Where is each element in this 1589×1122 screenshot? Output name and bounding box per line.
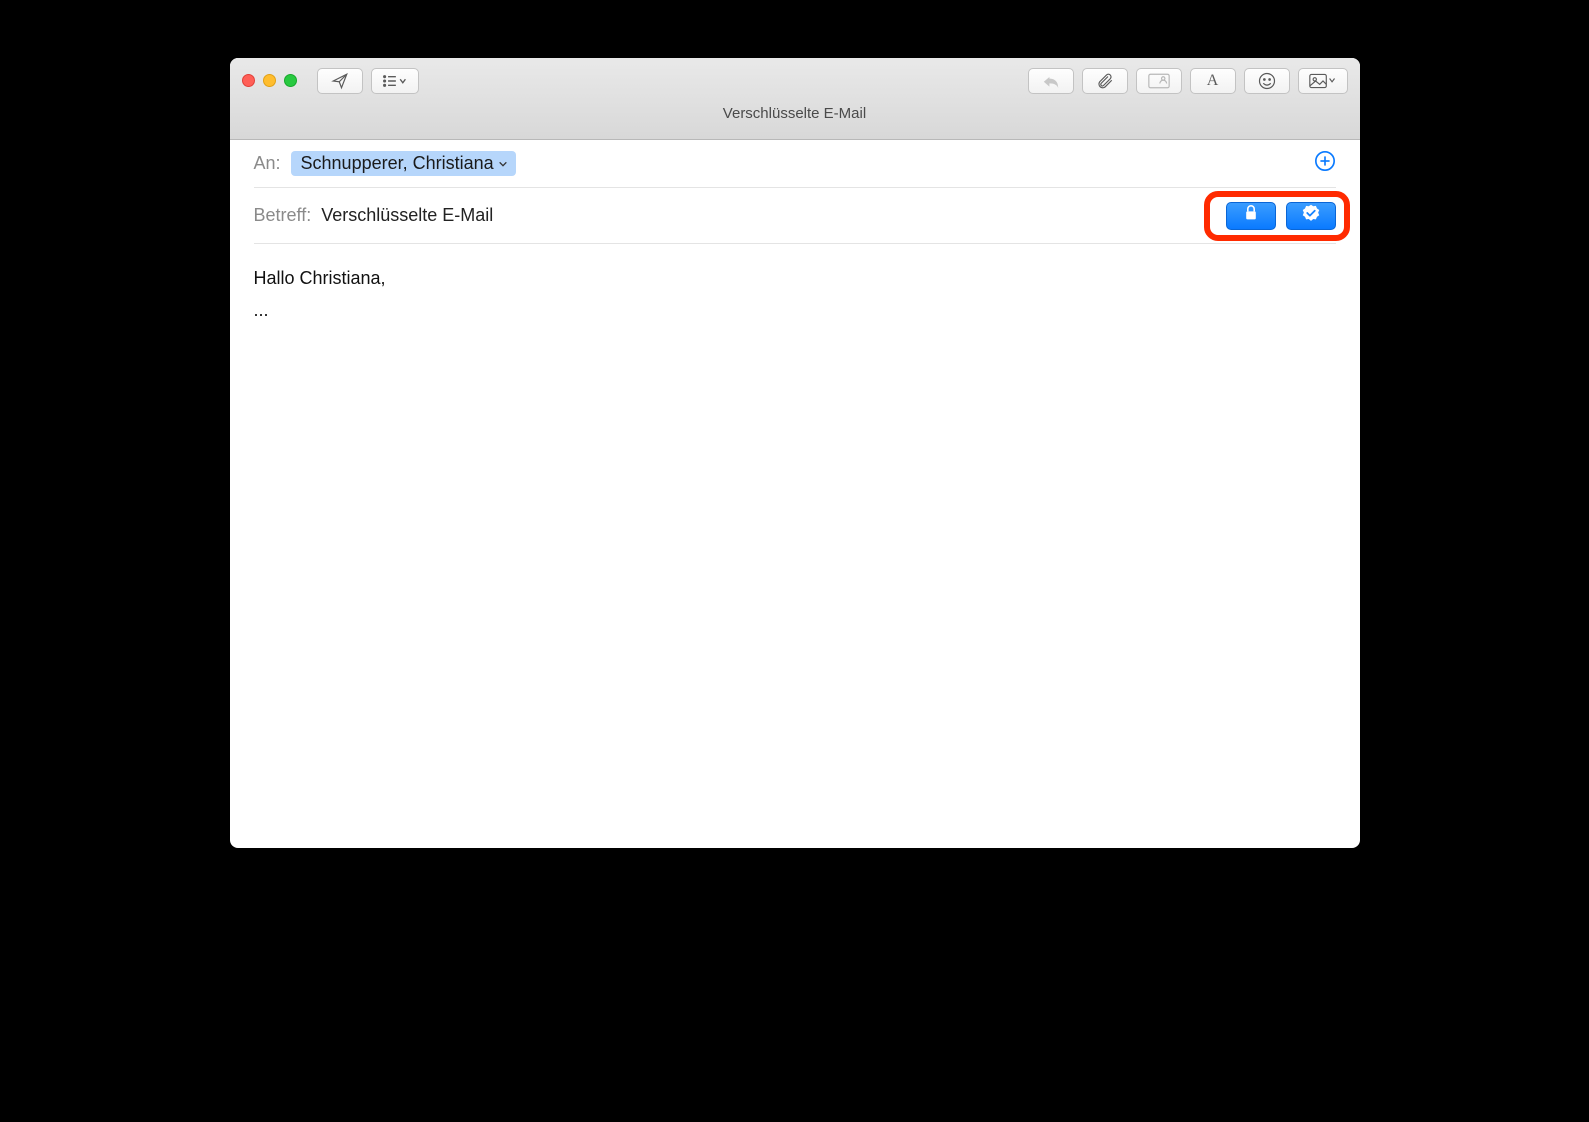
markup-attachment-icon xyxy=(1148,73,1170,89)
list-chevron-icon xyxy=(382,73,408,89)
window-title: Verschlüsselte E-Mail xyxy=(230,103,1360,139)
plus-circle-icon xyxy=(1314,150,1336,177)
message-body[interactable]: Hallo Christiana, ... xyxy=(230,244,1360,848)
encrypt-toggle-button[interactable] xyxy=(1226,202,1276,230)
subject-field-row[interactable]: Betreff: Verschlüsselte E-Mail xyxy=(254,188,1336,244)
font-a-icon: A xyxy=(1207,72,1219,90)
photo-chevron-icon xyxy=(1309,73,1337,89)
body-line: ... xyxy=(254,294,1336,326)
photo-browser-button[interactable] xyxy=(1298,68,1348,94)
reply-icon xyxy=(1041,73,1061,89)
body-line: Hallo Christiana, xyxy=(254,262,1336,294)
toolbar: A xyxy=(230,58,1360,103)
reply-button[interactable] xyxy=(1028,68,1074,94)
seal-check-icon xyxy=(1302,204,1320,227)
header-fields-menu-button[interactable] xyxy=(371,68,419,94)
minimize-window-button[interactable] xyxy=(263,74,276,87)
security-controls xyxy=(1218,196,1344,236)
subject-value: Verschlüsselte E-Mail xyxy=(321,205,493,226)
chevron-down-icon xyxy=(498,153,508,174)
recipient-chip[interactable]: Schnupperer, Christiana xyxy=(291,151,516,176)
smiley-icon xyxy=(1258,72,1276,90)
format-button[interactable]: A xyxy=(1190,68,1236,94)
window-title-text: Verschlüsselte E-Mail xyxy=(723,105,866,122)
compose-window: A xyxy=(230,58,1360,848)
to-label: An: xyxy=(254,153,281,174)
header-fields: An: Schnupperer, Christiana xyxy=(230,140,1360,244)
attach-button[interactable] xyxy=(1082,68,1128,94)
send-button[interactable] xyxy=(317,68,363,94)
zoom-window-button[interactable] xyxy=(284,74,297,87)
markup-attachment-button[interactable] xyxy=(1136,68,1182,94)
add-recipient-button[interactable] xyxy=(1314,153,1336,175)
paperplane-icon xyxy=(330,72,350,90)
to-field-row[interactable]: An: Schnupperer, Christiana xyxy=(254,140,1336,188)
window-controls xyxy=(242,74,297,87)
titlebar: A xyxy=(230,58,1360,140)
sign-toggle-button[interactable] xyxy=(1286,202,1336,230)
recipient-name: Schnupperer, Christiana xyxy=(301,153,494,174)
lock-icon xyxy=(1244,205,1258,226)
close-window-button[interactable] xyxy=(242,74,255,87)
emoji-button[interactable] xyxy=(1244,68,1290,94)
paperclip-icon xyxy=(1096,72,1114,90)
subject-label: Betreff: xyxy=(254,205,312,226)
